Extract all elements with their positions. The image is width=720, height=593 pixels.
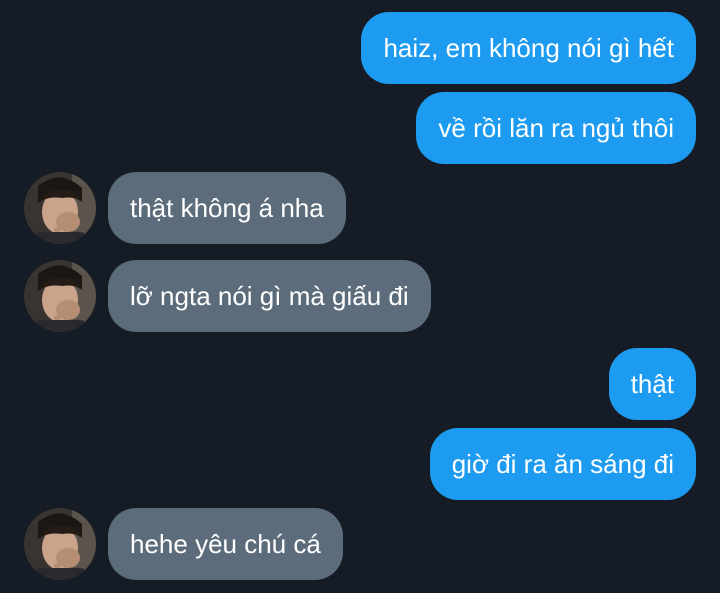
avatar[interactable] — [24, 260, 96, 332]
received-message-bubble[interactable]: hehe yêu chú cá — [108, 508, 343, 580]
sent-message-bubble[interactable]: thật — [608, 348, 696, 420]
sent-message-bubble[interactable]: về rồi lăn ra ngủ thôi — [416, 92, 696, 164]
received-message-bubble[interactable]: thật không á nha — [108, 172, 346, 244]
sent-message-bubble[interactable]: haiz, em không nói gì hết — [361, 12, 696, 84]
user-avatar-photo-icon — [24, 260, 96, 332]
sent-message-bubble[interactable]: giờ đi ra ăn sáng đi — [429, 428, 696, 500]
user-avatar-photo-icon — [24, 508, 96, 580]
avatar[interactable] — [24, 508, 96, 580]
user-avatar-photo-icon — [24, 172, 96, 244]
avatar[interactable] — [24, 172, 96, 244]
received-message-bubble[interactable]: lỡ ngta nói gì mà giấu đi — [108, 260, 431, 332]
